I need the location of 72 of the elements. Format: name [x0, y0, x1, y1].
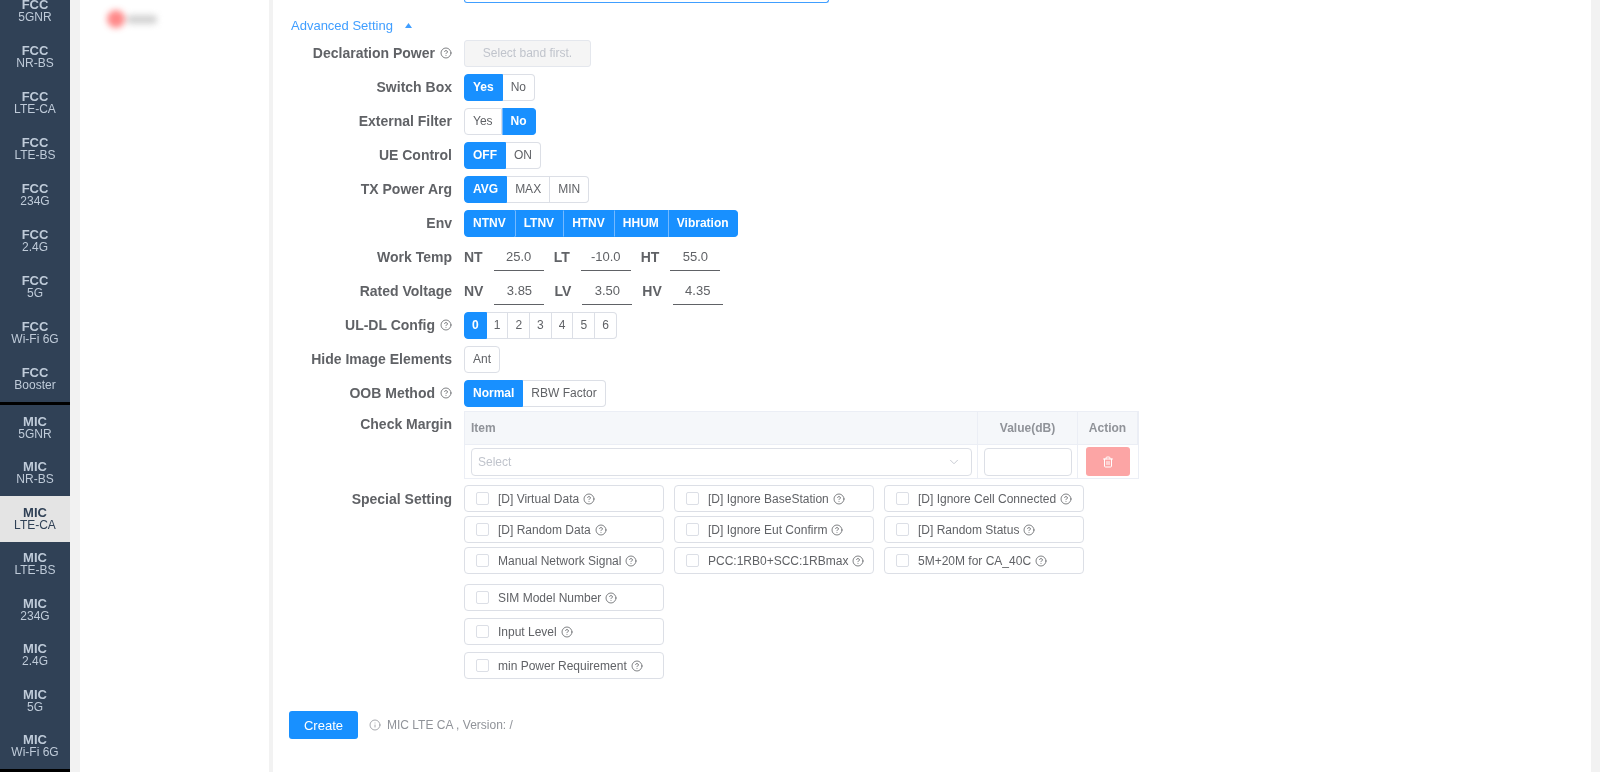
segment-button[interactable]: 2 — [508, 311, 531, 339]
checkbox[interactable] — [896, 554, 909, 567]
blurred-spot-drawing — [107, 9, 159, 29]
field-label: NV — [464, 283, 484, 299]
form-label: Special Setting — [351, 490, 452, 507]
segment-button[interactable]: 3 — [530, 311, 552, 339]
segment-button[interactable]: 1 — [486, 311, 509, 339]
checkbox[interactable] — [476, 625, 489, 638]
segment-button[interactable]: MIN — [550, 175, 590, 203]
segment-button[interactable]: MAX — [507, 175, 551, 203]
segment-button[interactable]: RBW Factor — [523, 379, 606, 407]
checkbox[interactable] — [686, 523, 699, 536]
segment-button[interactable]: ON — [506, 141, 541, 169]
form-label: UL-DL Config — [345, 317, 435, 333]
form-label: TX Power Arg — [360, 181, 452, 197]
segment-button[interactable]: 5 — [573, 311, 596, 339]
checkbox[interactable] — [896, 492, 909, 505]
input-field[interactable]: -10.0 — [580, 243, 631, 271]
form-label: External Filter — [358, 113, 452, 129]
checkbox-option[interactable]: [D] Random Status — [884, 516, 1084, 543]
field-label: NT — [464, 249, 483, 265]
checkbox-option[interactable]: [D] Ignore BaseStation — [674, 485, 874, 512]
checkbox-option[interactable]: [D] Ignore Eut Confirm — [674, 516, 874, 543]
field-label: HT — [640, 249, 660, 265]
input-field[interactable]: 4.35 — [672, 277, 723, 305]
form-label: Work Temp — [377, 249, 452, 265]
column-header: Value(dB) — [978, 412, 1078, 445]
trash-icon — [1102, 455, 1114, 468]
column-header: Action — [1078, 412, 1138, 445]
checkbox-option[interactable]: [D] Random Data — [464, 516, 664, 543]
input-field[interactable]: 55.0 — [670, 243, 721, 271]
toggle-button[interactable]: Ant — [464, 345, 500, 373]
segment-button[interactable]: 4 — [551, 311, 574, 339]
checkbox[interactable] — [476, 659, 489, 672]
form-label: Check Margin — [360, 416, 452, 432]
input-field[interactable] — [464, 0, 829, 3]
checkbox-option[interactable]: [D] Virtual Data — [464, 485, 664, 512]
form-label: Hide Image Elements — [311, 351, 452, 367]
checkbox[interactable] — [476, 554, 489, 567]
segment-button[interactable]: 6 — [595, 311, 617, 339]
checkbox-option[interactable]: PCC:1RB0+SCC:1RBmax — [674, 547, 874, 574]
input-field[interactable]: 25.0 — [493, 243, 544, 271]
checkbox[interactable] — [476, 492, 489, 505]
checkbox-option[interactable]: min Power Requirement — [464, 652, 664, 679]
sidebar-item[interactable]: MIC LTE-CA — [0, 496, 70, 542]
column-header: Item — [465, 412, 978, 445]
checkbox[interactable] — [686, 492, 699, 505]
form-label: Switch Box — [376, 79, 452, 95]
checkbox-option[interactable]: Input Level — [464, 618, 664, 645]
input-field[interactable]: 3.85 — [494, 277, 545, 305]
checkbox-option[interactable]: Manual Network Signal — [464, 547, 664, 574]
checkbox-option[interactable]: 5M+20M for CA_40C — [884, 547, 1084, 574]
value-input[interactable] — [984, 447, 1072, 476]
info-icon — [369, 719, 381, 731]
checkbox[interactable] — [476, 591, 489, 604]
checkbox[interactable] — [476, 523, 489, 536]
form-label: OOB Method — [349, 385, 435, 401]
checkbox[interactable] — [896, 523, 909, 536]
segment-button[interactable]: Yes — [464, 107, 502, 135]
checkbox-option[interactable]: [D] Ignore Cell Connected — [884, 485, 1084, 512]
input-field[interactable]: 3.50 — [582, 277, 633, 305]
form-label: Rated Voltage — [359, 283, 452, 299]
form-label: Env — [426, 215, 452, 231]
form-label: UE Control — [378, 147, 452, 163]
segment-button[interactable]: No — [502, 73, 536, 101]
checkbox[interactable] — [686, 554, 699, 567]
checkbox-option[interactable]: SIM Model Number — [464, 584, 664, 611]
version-info: MIC LTE CA , Version: / — [387, 718, 513, 732]
field-label: LV — [554, 283, 572, 299]
field-label: LT — [553, 249, 570, 265]
form-label: Declaration Power — [312, 45, 435, 61]
field-label: HV — [642, 283, 662, 299]
